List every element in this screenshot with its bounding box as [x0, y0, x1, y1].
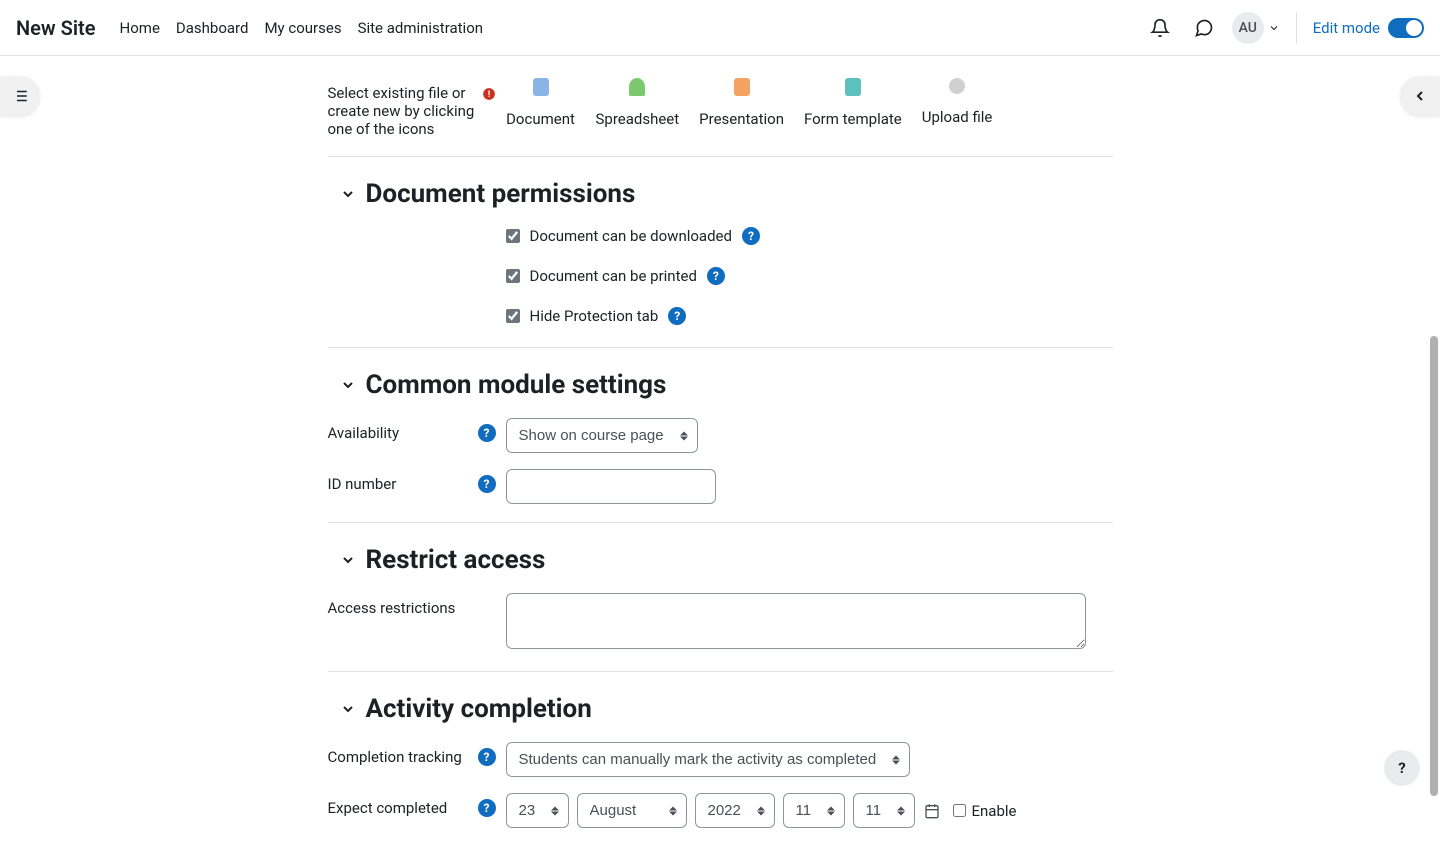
nav-site-admin[interactable]: Site administration [358, 19, 483, 37]
expect-enable-checkbox[interactable] [953, 804, 966, 817]
main-content: Select existing file or create new by cl… [0, 56, 1440, 844]
perm-protection-checkbox[interactable] [506, 309, 520, 323]
upload-icon [949, 78, 965, 94]
restrictions-label-col: Access restrictions [328, 593, 506, 617]
section-title: Common module settings [366, 370, 667, 400]
form-template-icon [845, 78, 861, 96]
perm-print-label: Document can be printed [530, 267, 697, 285]
chevron-down-icon [340, 377, 356, 393]
divider [328, 671, 1113, 672]
perm-print-row: Document can be printed ? [506, 267, 1113, 285]
divider [328, 156, 1113, 157]
file-select-field: Document Spreadsheet Presentation Form t… [506, 78, 1113, 128]
divider [328, 522, 1113, 523]
help-icon[interactable]: ? [742, 227, 760, 245]
top-navbar: New Site Home Dashboard My courses Site … [0, 0, 1440, 56]
file-select-label: Select existing file or create new by cl… [328, 78, 506, 138]
perm-protection-row: Hide Protection tab ? [506, 307, 1113, 325]
section-title: Activity completion [366, 694, 592, 724]
form: Select existing file or create new by cl… [328, 78, 1113, 844]
help-icon[interactable]: ? [707, 267, 725, 285]
navbar-left: New Site Home Dashboard My courses Site … [16, 16, 483, 40]
help-icon[interactable]: ? [478, 475, 496, 493]
section-activity-completion[interactable]: Activity completion [340, 694, 1113, 724]
user-menu[interactable]: AU [1232, 12, 1280, 44]
expect-month-select[interactable]: August [577, 793, 687, 828]
idnumber-row: ID number ? [328, 469, 1113, 504]
expect-hour-select[interactable]: 11 [783, 793, 845, 828]
idnumber-input[interactable] [506, 469, 716, 504]
help-icon[interactable]: ? [478, 748, 496, 766]
availability-label-col: Availability ? [328, 418, 506, 442]
edit-mode-control: Edit mode [1313, 18, 1424, 38]
section-title: Document permissions [366, 179, 636, 209]
chevron-left-icon [1412, 88, 1428, 104]
nav-dashboard[interactable]: Dashboard [176, 19, 249, 37]
availability-select[interactable]: Show on course page [506, 418, 698, 453]
help-icon[interactable]: ? [668, 307, 686, 325]
tracking-row: Completion tracking ? Students can manua… [328, 742, 1113, 777]
spreadsheet-icon [629, 78, 645, 96]
expect-minute-select[interactable]: 11 [853, 793, 915, 828]
chevron-down-icon [340, 552, 356, 568]
perm-download-checkbox[interactable] [506, 229, 520, 243]
file-option-upload[interactable]: Upload file [922, 78, 993, 128]
chevron-down-icon [1268, 22, 1280, 34]
section-restrict-access[interactable]: Restrict access [340, 545, 1113, 575]
restrictions-row: Access restrictions [328, 593, 1113, 653]
file-option-document[interactable]: Document [506, 78, 576, 128]
divider [1296, 12, 1297, 44]
help-icon[interactable]: ? [478, 799, 496, 817]
nav-my-courses[interactable]: My courses [264, 19, 341, 37]
restrictions-input[interactable] [506, 593, 1086, 649]
navbar-right: AU Edit mode [1144, 12, 1424, 44]
expect-label-col: Expect completed ? [328, 793, 506, 817]
chevron-down-icon [340, 186, 356, 202]
avatar: AU [1232, 12, 1264, 44]
file-option-form-template[interactable]: Form template [804, 78, 902, 128]
section-document-permissions[interactable]: Document permissions [340, 179, 1113, 209]
perm-download-row: Document can be downloaded ? [506, 227, 1113, 245]
file-option-spreadsheet[interactable]: Spreadsheet [596, 78, 680, 128]
required-icon: ! [482, 86, 496, 105]
primary-nav: Home Dashboard My courses Site administr… [120, 19, 484, 37]
expect-enable-label: Enable [972, 802, 1017, 820]
question-icon: ? [1398, 759, 1405, 777]
availability-row: Availability ? Show on course page [328, 418, 1113, 453]
help-icon[interactable]: ? [478, 424, 496, 442]
section-common-module[interactable]: Common module settings [340, 370, 1113, 400]
expect-day-select[interactable]: 23 [506, 793, 569, 828]
chevron-down-icon [340, 701, 356, 717]
help-button[interactable]: ? [1384, 750, 1420, 786]
scrollbar-thumb[interactable] [1430, 336, 1438, 796]
tracking-select[interactable]: Students can manually mark the activity … [506, 742, 910, 777]
divider [328, 347, 1113, 348]
scrollbar[interactable] [1428, 56, 1440, 816]
document-icon [533, 78, 549, 96]
idnumber-label-col: ID number ? [328, 469, 506, 493]
section-title: Restrict access [366, 545, 546, 575]
calendar-icon[interactable] [923, 802, 941, 820]
course-index-toggle[interactable] [0, 76, 40, 116]
file-option-presentation[interactable]: Presentation [699, 78, 784, 128]
edit-mode-label: Edit mode [1313, 19, 1380, 37]
file-select-row: Select existing file or create new by cl… [328, 78, 1113, 138]
site-name[interactable]: New Site [16, 16, 96, 40]
edit-mode-toggle[interactable] [1388, 18, 1424, 38]
presentation-icon [734, 78, 750, 96]
perm-download-label: Document can be downloaded [530, 227, 732, 245]
messages-icon[interactable] [1188, 12, 1220, 44]
perm-print-checkbox[interactable] [506, 269, 520, 283]
expect-row: Expect completed ? 23 August 2022 [328, 793, 1113, 828]
notifications-icon[interactable] [1144, 12, 1176, 44]
nav-home[interactable]: Home [120, 19, 160, 37]
list-icon [11, 87, 29, 105]
perm-protection-label: Hide Protection tab [530, 307, 659, 325]
tracking-label-col: Completion tracking ? [328, 742, 506, 766]
expect-year-select[interactable]: 2022 [695, 793, 775, 828]
